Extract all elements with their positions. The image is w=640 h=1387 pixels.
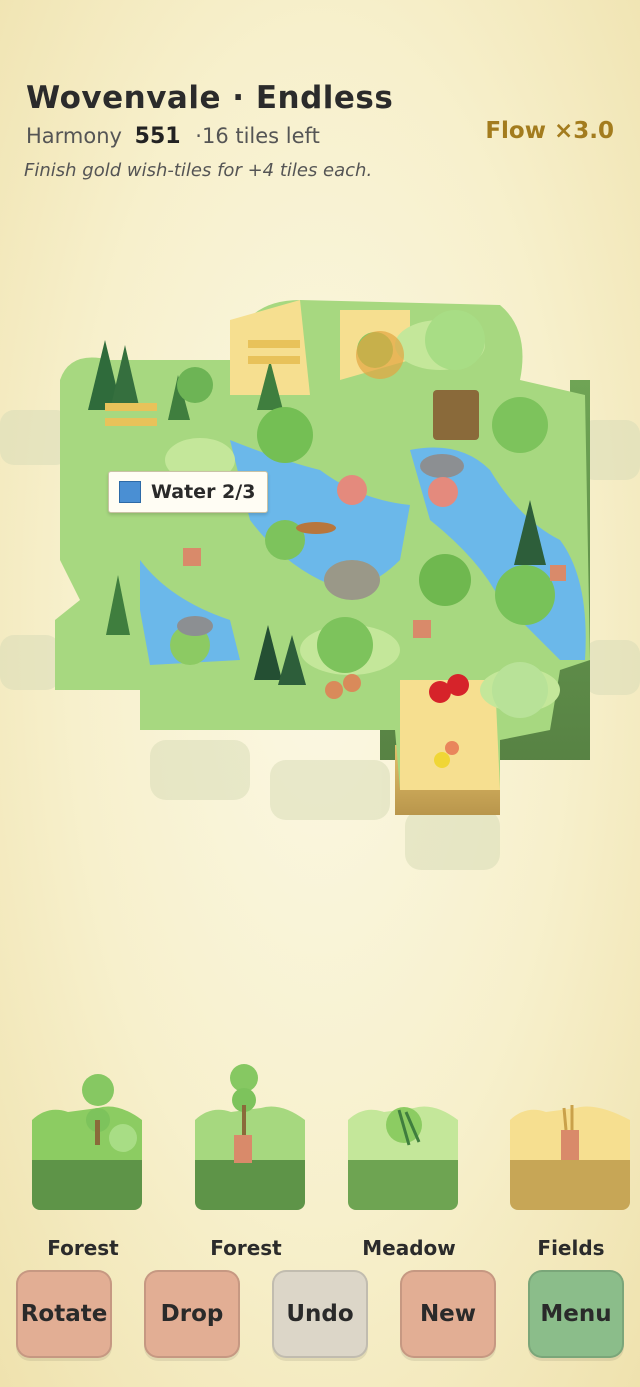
harmony-label: Harmony — [26, 124, 122, 148]
tile-tray: Forest Forest Meadow Fields — [0, 1050, 640, 1270]
tray-label-3: Meadow — [362, 1236, 456, 1260]
harmony-score: 551 — [134, 124, 181, 149]
water-swatch — [119, 481, 141, 503]
tray-tile-4[interactable]: Fields — [506, 1050, 636, 1260]
tray-tile-3[interactable]: Meadow — [344, 1050, 474, 1260]
tiles-left: ·16 tiles left — [195, 124, 320, 148]
tile-meadow-preview — [348, 1106, 458, 1210]
tray-label-1: Forest — [47, 1236, 119, 1260]
new-button[interactable]: New — [400, 1270, 496, 1358]
undo-button[interactable]: Undo — [272, 1270, 368, 1358]
tile-forest-2-preview — [195, 1064, 305, 1210]
water-tooltip: Water 2/3 — [108, 471, 269, 513]
tile-forest-1-preview — [32, 1074, 142, 1210]
rotate-button[interactable]: Rotate — [16, 1270, 112, 1358]
game-title: Wovenvale · Endless — [26, 80, 394, 116]
hint-text: Finish gold wish-tiles for +4 tiles each… — [24, 160, 373, 181]
tray-label-2: Forest — [210, 1236, 282, 1260]
tooltip-label: Water 2/3 — [151, 481, 256, 503]
drop-button[interactable]: Drop — [144, 1270, 240, 1358]
control-bar: Rotate Drop Undo New Menu — [0, 1270, 640, 1360]
tray-label-4: Fields — [537, 1236, 605, 1260]
flow-multiplier: Flow ×3.0 — [485, 118, 614, 144]
game-board[interactable] — [0, 250, 640, 900]
tray-tile-2[interactable]: Forest — [181, 1050, 311, 1260]
tile-fields-preview — [510, 1105, 630, 1210]
board-surface — [55, 300, 590, 790]
tray-tile-1[interactable]: Forest — [18, 1050, 148, 1260]
menu-button[interactable]: Menu — [528, 1270, 624, 1358]
